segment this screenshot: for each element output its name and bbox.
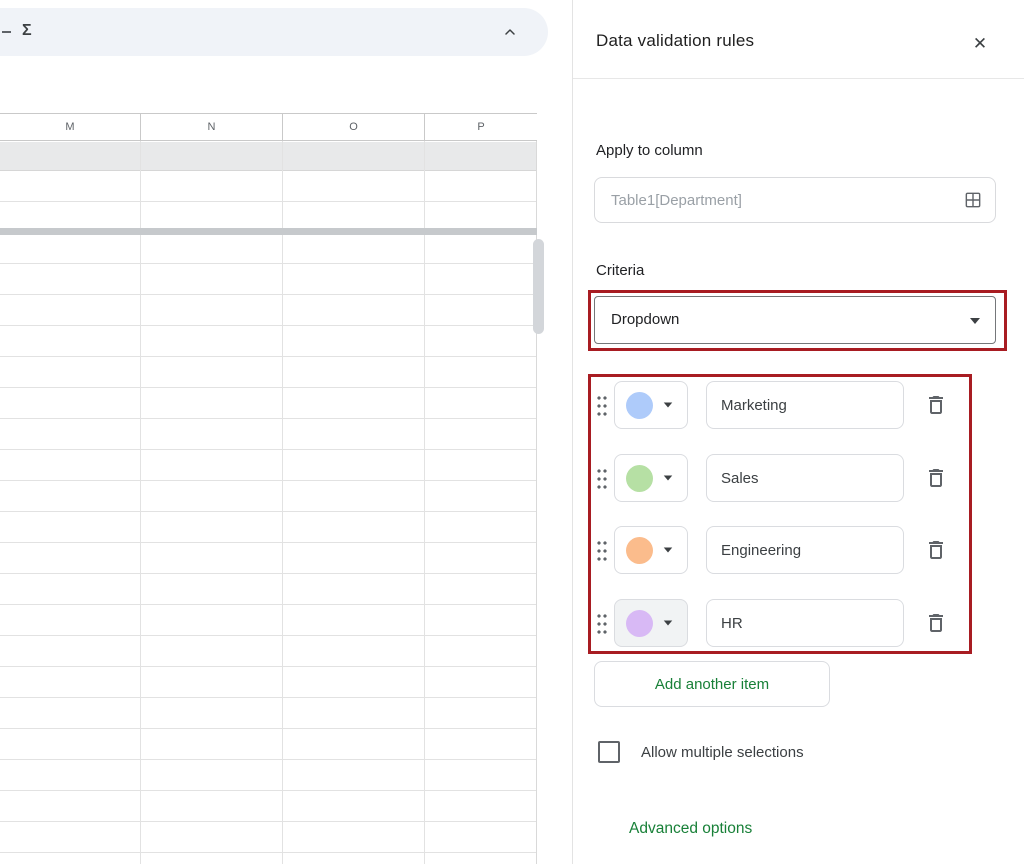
column-header-row: M N O P: [0, 113, 537, 141]
drag-handle-icon[interactable]: [596, 467, 608, 490]
select-data-range-grid-icon[interactable]: [963, 190, 983, 210]
item-text-input[interactable]: [706, 454, 904, 502]
dropdown-item-row: [596, 599, 952, 647]
chevron-down-icon: [664, 620, 673, 625]
chevron-down-icon: [664, 547, 673, 552]
chevron-down-icon: [970, 318, 980, 324]
frozen-rows-divider: [0, 228, 537, 235]
color-swatch: [626, 537, 653, 564]
dropdown-item-row: [596, 526, 952, 574]
delete-item-icon[interactable]: [924, 393, 948, 417]
delete-item-icon[interactable]: [924, 538, 948, 562]
criteria-selected-value: Dropdown: [611, 297, 679, 343]
functions-button[interactable]: Σ: [22, 22, 32, 40]
table-header-row[interactable]: [0, 142, 537, 171]
dropdown-item-row: [596, 381, 952, 429]
close-panel-button[interactable]: ✕: [964, 28, 996, 60]
item-text-input[interactable]: [706, 526, 904, 574]
apply-to-column-input[interactable]: [595, 178, 995, 222]
color-swatch: [626, 465, 653, 492]
chevron-down-icon: [664, 402, 673, 407]
chevron-down-icon: [664, 475, 673, 480]
delete-item-icon[interactable]: [924, 611, 948, 635]
criteria-dropdown[interactable]: Dropdown: [594, 296, 996, 344]
criteria-label: Criteria: [596, 262, 644, 279]
grid-line: [282, 141, 283, 864]
chevron-up-icon: [502, 24, 518, 40]
apply-to-column-field[interactable]: [594, 177, 996, 223]
apply-to-column-label: Apply to column: [596, 142, 703, 159]
close-icon: ✕: [973, 34, 987, 54]
column-header-o[interactable]: O: [283, 114, 425, 140]
item-color-picker[interactable]: [614, 599, 688, 647]
color-swatch: [626, 610, 653, 637]
delete-item-icon[interactable]: [924, 466, 948, 490]
panel-header-divider: [573, 78, 1024, 79]
hide-menus-button[interactable]: [494, 18, 526, 46]
grid-line: [140, 141, 141, 864]
drag-handle-icon[interactable]: [596, 612, 608, 635]
toolbar: [0, 8, 548, 56]
column-header-n[interactable]: N: [141, 114, 283, 140]
column-header-m[interactable]: M: [0, 114, 141, 140]
color-swatch: [626, 392, 653, 419]
drag-handle-icon[interactable]: [596, 539, 608, 562]
item-color-picker[interactable]: [614, 526, 688, 574]
item-text-input[interactable]: [706, 599, 904, 647]
panel-divider: [572, 0, 573, 864]
screenshot-root: Σ M N O P Data validation rules ✕ Apply …: [0, 0, 1024, 864]
drag-handle-icon[interactable]: [596, 394, 608, 417]
allow-multiple-checkbox[interactable]: [598, 741, 620, 763]
dropdown-item-row: [596, 454, 952, 502]
panel-title: Data validation rules: [596, 31, 754, 51]
vertical-scrollbar[interactable]: [533, 239, 544, 334]
grid-line: [424, 141, 425, 864]
grid-rows[interactable]: [0, 171, 537, 864]
item-color-picker[interactable]: [614, 381, 688, 429]
add-another-item-button[interactable]: Add another item: [594, 661, 830, 707]
item-text-input[interactable]: [706, 381, 904, 429]
item-color-picker[interactable]: [614, 454, 688, 502]
advanced-options-link[interactable]: Advanced options: [629, 820, 752, 838]
partial-toolbar-icon: [2, 31, 11, 33]
allow-multiple-label: Allow multiple selections: [641, 744, 804, 761]
column-header-p[interactable]: P: [425, 114, 537, 140]
